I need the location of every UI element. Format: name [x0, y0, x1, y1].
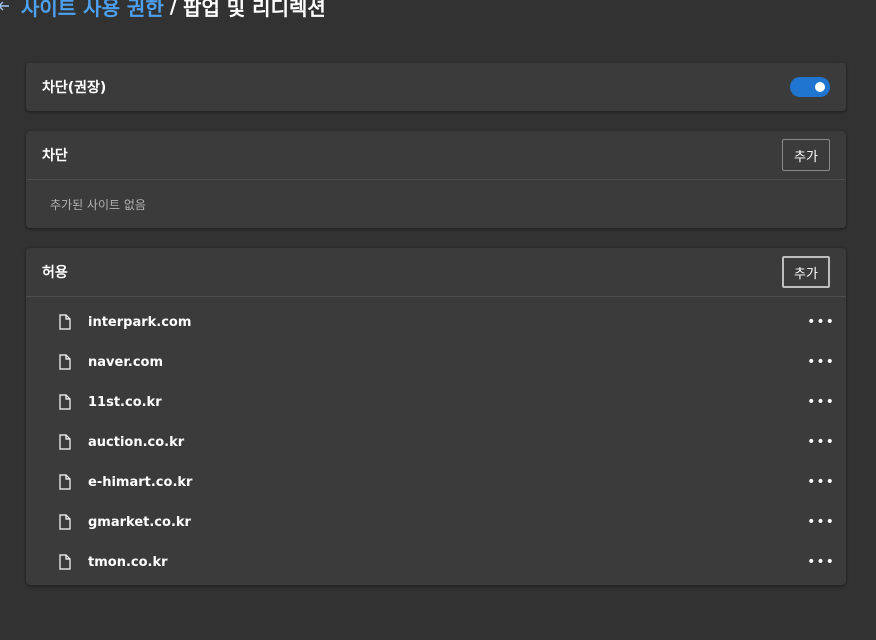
more-options-icon[interactable]: ••• [807, 352, 834, 372]
block-recommended-toggle[interactable] [790, 77, 830, 97]
more-options-icon[interactable]: ••• [807, 432, 834, 452]
back-arrow-icon[interactable] [0, 0, 11, 13]
block-section-card: 차단 추가 추가된 사이트 없음 [26, 131, 846, 228]
block-add-button[interactable]: 추가 [782, 139, 830, 171]
site-name: tmon.co.kr [88, 554, 168, 570]
file-icon [58, 314, 72, 330]
toggle-knob [815, 82, 825, 92]
block-section-title: 차단 [42, 148, 68, 164]
site-name: e-himart.co.kr [88, 474, 193, 490]
more-options-icon[interactable]: ••• [807, 312, 834, 332]
file-icon [58, 514, 72, 530]
allow-section-title: 허용 [42, 265, 68, 281]
more-options-icon[interactable]: ••• [807, 552, 834, 572]
site-row: interpark.com ••• [26, 302, 846, 342]
file-icon [58, 354, 72, 370]
block-recommended-label: 차단(권장) [42, 80, 107, 96]
site-row: naver.com ••• [26, 342, 846, 382]
allowed-site-list: interpark.com ••• naver.com ••• 11st.co.… [26, 297, 846, 582]
breadcrumb: 사이트 사용 권한 / 팝업 및 리디렉션 [0, 0, 326, 24]
file-icon [58, 394, 72, 410]
more-options-icon[interactable]: ••• [807, 392, 834, 412]
allow-add-button[interactable]: 추가 [782, 256, 830, 288]
site-row: 11st.co.kr ••• [26, 382, 846, 422]
allow-section-card: 허용 추가 interpark.com ••• naver.com ••• 11… [26, 248, 846, 585]
site-name: gmarket.co.kr [88, 514, 191, 530]
site-name: 11st.co.kr [88, 394, 162, 410]
breadcrumb-parent-link[interactable]: 사이트 사용 권한 [21, 0, 164, 21]
site-row: gmarket.co.kr ••• [26, 502, 846, 542]
more-options-icon[interactable]: ••• [807, 472, 834, 492]
site-name: naver.com [88, 354, 163, 370]
site-name: auction.co.kr [88, 434, 185, 450]
breadcrumb-separator: / [169, 0, 178, 18]
file-icon [58, 474, 72, 490]
page-title: 팝업 및 리디렉션 [183, 0, 326, 20]
block-recommended-card: 차단(권장) [26, 63, 846, 111]
more-options-icon[interactable]: ••• [807, 512, 834, 532]
site-row: e-himart.co.kr ••• [26, 462, 846, 502]
site-row: tmon.co.kr ••• [26, 542, 846, 582]
file-icon [58, 434, 72, 450]
site-name: interpark.com [88, 314, 192, 330]
block-empty-text: 추가된 사이트 없음 [50, 197, 146, 212]
file-icon [58, 554, 72, 570]
site-row: auction.co.kr ••• [26, 422, 846, 462]
